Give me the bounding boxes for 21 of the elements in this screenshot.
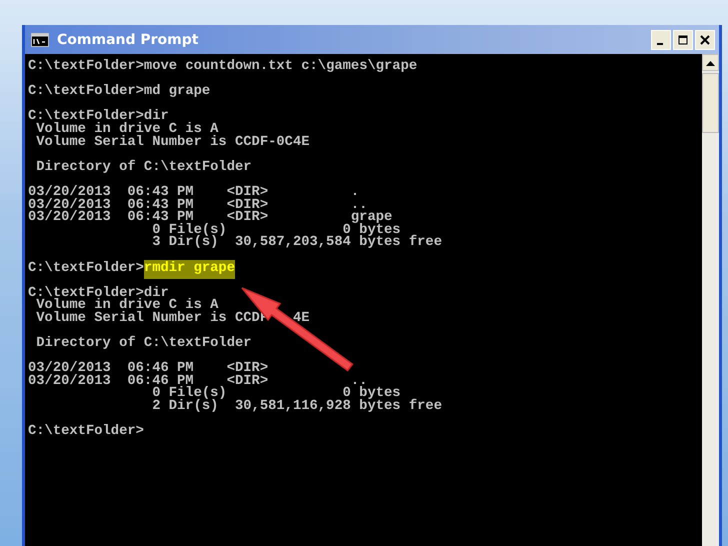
terminal-icon [31, 32, 49, 46]
minimize-icon [656, 42, 662, 44]
scroll-up-button[interactable] [702, 54, 719, 71]
console-output: Directory of C:\textFolder [35, 338, 253, 351]
close-icon [700, 34, 710, 44]
command-line: C:\textFolder> [28, 426, 145, 439]
maximize-button[interactable] [673, 30, 693, 50]
minimize-button[interactable] [651, 30, 671, 50]
command-line: C:\textFolder>md grape [28, 86, 212, 99]
console-output: Directory of C:\textFolder [35, 162, 253, 174]
maximize-icon [678, 34, 688, 44]
command-line: C:\textFolder>move countdown.txt c:\games\grape [28, 61, 418, 74]
up-arrow-icon [706, 60, 715, 66]
console-output: 3 Dir(s) 30,587,203,584 bytes free [151, 237, 443, 250]
window-title: Command Prompt [57, 32, 200, 48]
command-line: C:\textFolder>rmdir grape [28, 262, 702, 276]
scroll-thumb[interactable] [702, 73, 719, 133]
scrollbar[interactable] [702, 54, 719, 546]
console-output: 2 Dir(s) 30,581,116,928 bytes free [151, 401, 443, 414]
console-output: Volume Serial Number is CCDF-0C4E [35, 136, 311, 150]
close-button[interactable] [695, 30, 715, 50]
